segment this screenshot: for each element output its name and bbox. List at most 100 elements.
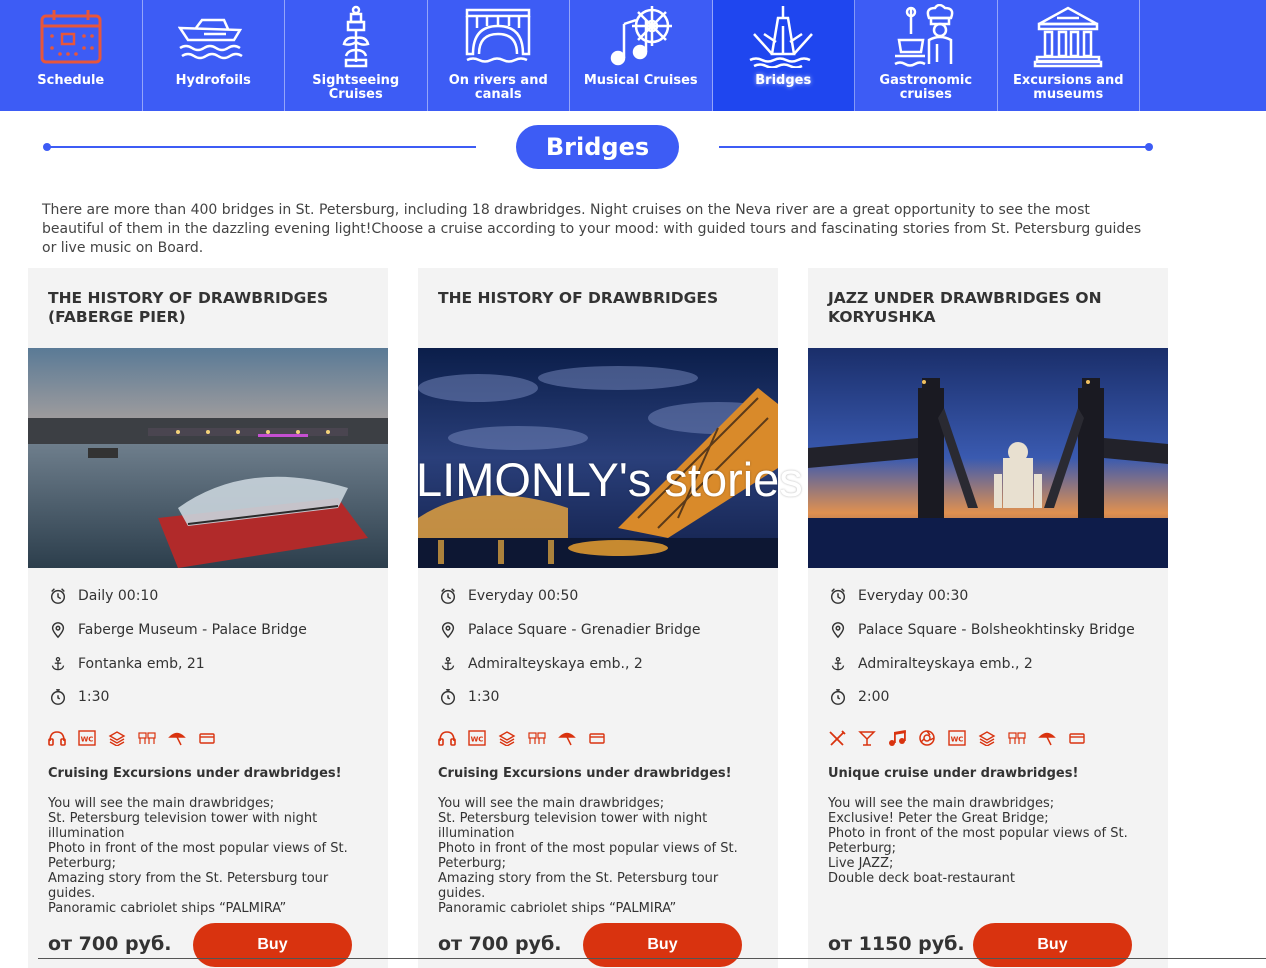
column-icon [318, 3, 394, 69]
duration-text: 1:30 [78, 689, 110, 705]
anchor-icon [48, 654, 68, 674]
audio-guide-icon [48, 730, 66, 746]
desc-line: You will see the main drawbridges; [48, 796, 275, 811]
nav-item-sightseeing-cruises[interactable]: Sightseeing Cruises [285, 0, 428, 111]
desc-line: Exclusive! Peter the Great Bridge; [828, 811, 1049, 826]
duration-row: 2:00 [828, 686, 889, 708]
nav-item-musical-cruises[interactable]: Musical Cruises [570, 0, 713, 111]
card-title[interactable]: The history of drawbridges (Faberge Pier… [48, 289, 368, 327]
desc-line: Live JAZZ; [828, 856, 894, 871]
title-divider-left [46, 146, 476, 148]
nav-item-rivers-canals[interactable]: On rivers and canals [428, 0, 570, 111]
seats-icon [528, 730, 546, 746]
pier-row: Admiralteyskaya emb., 2 [438, 653, 643, 675]
desc-line: St. Petersburg television tower with nig… [438, 811, 708, 841]
pier-row: Fontanka emb, 21 [48, 653, 205, 675]
desc-line: You will see the main drawbridges; [438, 796, 665, 811]
nav-item-gastronomic[interactable]: Gastronomic cruises [855, 0, 998, 111]
anchor-icon [438, 654, 458, 674]
route-row: Faberge Museum - Palace Bridge [48, 619, 307, 641]
audio-guide-icon [438, 730, 456, 746]
duration-row: 1:30 [48, 686, 109, 708]
card-photo[interactable] [808, 348, 1168, 568]
card-heading: Cruising Excursions under drawbridges! [48, 766, 342, 781]
stopwatch-icon [828, 687, 848, 707]
drawbridge-icon [745, 3, 821, 69]
card-photo[interactable] [28, 348, 388, 568]
amenities-row: WC [438, 728, 618, 748]
nav-label: Musical Cruises [583, 73, 698, 88]
museum-icon [1030, 3, 1106, 69]
card-description: You will see the main drawbridges; St. Pe… [48, 796, 368, 916]
calendar-icon [33, 3, 109, 69]
anchor-icon [828, 654, 848, 674]
route-text: Faberge Museum - Palace Bridge [78, 622, 307, 638]
location-pin-icon [828, 620, 848, 640]
card-title[interactable]: The history of drawbridges [438, 289, 758, 308]
cruise-card: The history of drawbridges Everyday 00:5… [418, 268, 778, 968]
card-title[interactable]: Jazz under drawbridges on Koryushka [828, 289, 1148, 327]
title-divider-right [719, 146, 1151, 148]
nav-item-bridges[interactable]: Bridges [712, 0, 855, 111]
alarm-clock-icon [828, 586, 848, 606]
nav-label: Gastronomic cruises [879, 73, 973, 102]
duration-row: 1:30 [438, 686, 499, 708]
hydrofoil-icon [175, 3, 251, 69]
location-pin-icon [48, 620, 68, 640]
nav-label: On rivers and canals [448, 73, 548, 102]
desc-line: Photo in front of the most popular views… [828, 826, 1128, 856]
card-description: You will see the main drawbridges; St. Pe… [438, 796, 758, 916]
seats-icon [138, 730, 156, 746]
schedule-row: Everyday 00:50 [438, 585, 578, 607]
route-row: Palace Square - Grenadier Bridge [438, 619, 700, 641]
buy-button[interactable]: Buy [583, 923, 742, 967]
duration-text: 2:00 [858, 689, 890, 705]
buy-button[interactable]: Buy [193, 923, 352, 967]
card-heading: Cruising Excursions under drawbridges! [438, 766, 732, 781]
deck-icon [108, 730, 126, 746]
card-heading: Unique cruise under drawbridges! [828, 766, 1079, 781]
card-icon [588, 730, 606, 746]
restaurant-icon [828, 730, 846, 746]
card-photo[interactable] [418, 348, 778, 568]
pier-text: Admiralteyskaya emb., 2 [468, 656, 643, 672]
desc-line: St. Petersburg television tower with nig… [48, 811, 318, 841]
chef-icon [888, 3, 964, 69]
nav-label: Excursions and museums [1012, 73, 1124, 102]
deck-icon [498, 730, 516, 746]
amenities-row: WC [48, 728, 228, 748]
nav-label: Hydrofoils [175, 73, 251, 88]
svg-text:WC: WC [951, 736, 964, 744]
schedule-row: Everyday 00:30 [828, 585, 968, 607]
route-row: Palace Square - Bolsheokhtinsky Bridge [828, 619, 1135, 641]
price: от 700 руб. [48, 933, 172, 955]
desc-line: Panoramic cabriolet ships “PALMIRA” [48, 901, 287, 916]
desc-line: Amazing story from the St. Petersburg to… [48, 871, 329, 901]
nav-label: Sightseeing Cruises [312, 73, 400, 102]
umbrella-icon [558, 730, 576, 746]
stopwatch-icon [438, 687, 458, 707]
nav-label: Schedule [37, 73, 105, 88]
nav-item-excursions-museums[interactable]: Excursions and museums [998, 0, 1140, 111]
schedule-text: Everyday 00:50 [468, 588, 579, 604]
route-text: Palace Square - Grenadier Bridge [468, 622, 701, 638]
desc-line: You will see the main drawbridges; [828, 796, 1055, 811]
alarm-clock-icon [48, 586, 68, 606]
desc-line: Amazing story from the St. Petersburg to… [438, 871, 719, 901]
price: от 1150 руб. [828, 933, 965, 955]
canal-bridge-icon [460, 3, 536, 69]
amenities-row: WC [828, 728, 1098, 748]
nav-item-hydrofoils[interactable]: Hydrofoils [143, 0, 285, 111]
buy-button[interactable]: Buy [973, 923, 1132, 967]
cocktail-icon [858, 730, 876, 746]
cruise-card: Jazz under drawbridges on Koryushka Ever… [808, 268, 1168, 968]
desc-line: Double deck boat-restaurant [828, 871, 1015, 886]
title-divider-dot [43, 143, 51, 151]
title-divider-dot [1145, 143, 1153, 151]
umbrella-icon [168, 730, 186, 746]
nav-item-schedule[interactable]: Schedule [0, 0, 143, 111]
section-intro: There are more than 400 bridges in St. P… [42, 202, 1142, 256]
wc-icon: WC [468, 730, 486, 746]
bottom-divider [38, 958, 1266, 959]
umbrella-icon [1038, 730, 1056, 746]
